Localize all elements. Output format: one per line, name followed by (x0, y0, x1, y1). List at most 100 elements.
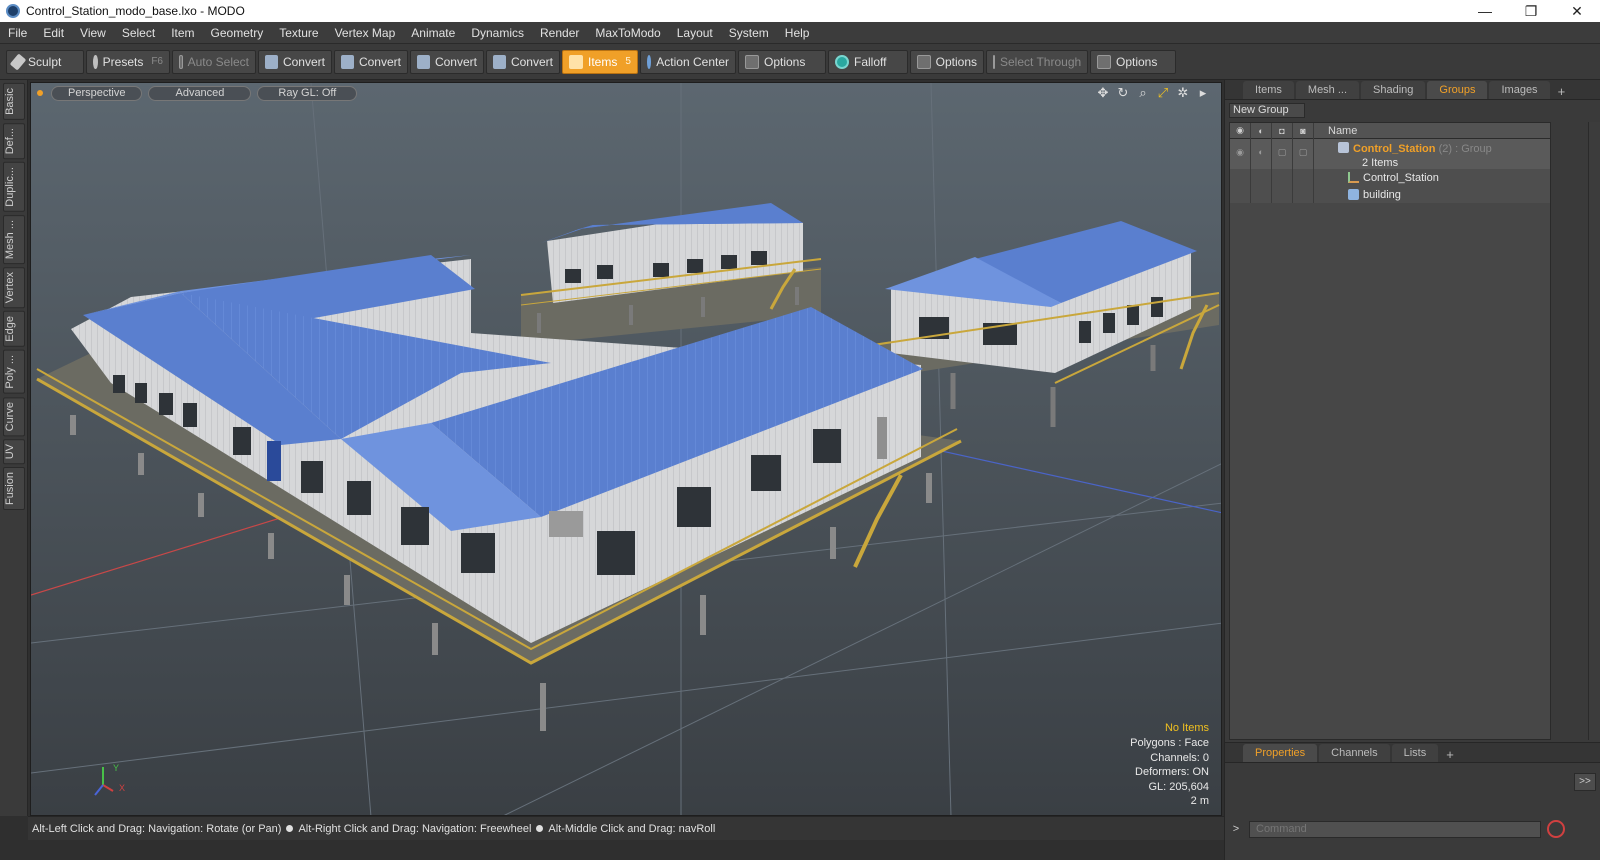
groups-scrollbar[interactable] (1588, 122, 1600, 740)
menu-geometry[interactable]: Geometry (203, 26, 272, 40)
tab-mesh[interactable]: Mesh ... (2, 214, 25, 265)
minimize-button[interactable]: — (1462, 0, 1508, 22)
empty-cell (1251, 186, 1272, 203)
command-history-icon[interactable]: > (1229, 823, 1243, 835)
convert-button-2[interactable]: Convert (334, 49, 408, 74)
action-center-button[interactable]: Action Center (640, 49, 736, 74)
no-items-label: No Items (1164, 722, 1209, 735)
zoom-icon[interactable]: ⌕ (1135, 85, 1151, 101)
tab-edge[interactable]: Edge (2, 311, 25, 347)
convert-icon (417, 54, 430, 69)
items-mode-button[interactable]: Items 5 (562, 49, 638, 74)
raygl-dropdown[interactable]: Ray GL: Off (257, 85, 358, 101)
shading-dropdown[interactable]: Advanced (148, 85, 252, 101)
tab-channels[interactable]: Channels (1319, 744, 1390, 762)
viewport-menu-dot[interactable] (37, 90, 43, 96)
menu-maxtomodo[interactable]: MaxToModo (587, 26, 668, 40)
tab-vertex[interactable]: Vertex (2, 267, 25, 309)
lock-toggle-icon[interactable]: ▢ (1272, 139, 1293, 169)
close-button[interactable]: ✕ (1554, 0, 1600, 22)
presets-button[interactable]: Presets F6 (86, 49, 170, 74)
command-input[interactable] (1249, 820, 1541, 838)
render-toggle-icon[interactable]: ◐ (1251, 139, 1272, 169)
options-label-1: Options (764, 54, 806, 69)
rotate-icon[interactable]: ↻ (1115, 85, 1131, 101)
select-through-button[interactable]: Select Through (986, 49, 1088, 74)
menu-item[interactable]: Item (163, 26, 202, 40)
menu-select[interactable]: Select (114, 26, 163, 40)
group-child-row[interactable]: Control_Station (1230, 169, 1550, 186)
menu-dynamics[interactable]: Dynamics (463, 26, 532, 40)
pan-icon[interactable]: ✥ (1095, 85, 1111, 101)
convert-icon (265, 54, 278, 69)
menu-render[interactable]: Render (532, 26, 587, 40)
status-hint-roll: Alt-Middle Click and Drag: navRoll (548, 822, 716, 835)
options-button-3[interactable]: Options (1090, 49, 1176, 74)
falloff-icon (835, 54, 849, 69)
tab-curve[interactable]: Curve (2, 396, 25, 436)
convert-button-3[interactable]: Convert (410, 49, 484, 74)
menu-system[interactable]: System (721, 26, 777, 40)
groups-list-header: ◉ ◐ ◘ ◙ Name (1230, 122, 1550, 139)
tab-uv[interactable]: UV (2, 438, 25, 465)
gl-count-label: GL: 205,604 (1148, 780, 1209, 793)
tab-poly[interactable]: Poly ... (2, 349, 25, 394)
menu-file[interactable]: File (0, 26, 35, 40)
items-label: Items (588, 54, 618, 69)
fit-icon[interactable]: ⤢ (1155, 85, 1171, 101)
viewport-more-icon[interactable]: ▸ (1195, 85, 1211, 101)
menu-view[interactable]: View (72, 26, 114, 40)
tab-lists[interactable]: Lists (1391, 744, 1439, 762)
main-toolbar: Sculpt Presets F6 Auto Select Convert Co… (0, 44, 1600, 80)
visibility-column-icon[interactable]: ◉ (1230, 122, 1251, 139)
viewport-header: Perspective Advanced Ray GL: Off (31, 83, 1221, 103)
convert-label-4: Convert (510, 54, 553, 69)
select-toggle-icon[interactable]: ▢ (1293, 139, 1314, 169)
tab-shading[interactable]: Shading (1361, 81, 1426, 99)
menu-texture[interactable]: Texture (271, 26, 326, 40)
view-mode-dropdown[interactable]: Perspective (51, 85, 143, 101)
tab-groups[interactable]: Groups (1427, 81, 1488, 99)
tab-mesh[interactable]: Mesh ... (1295, 81, 1360, 99)
select-column-icon[interactable]: ◙ (1293, 122, 1314, 139)
command-stop-icon[interactable] (1547, 820, 1565, 838)
window-title: Control_Station_modo_base.lxo - MODO (26, 4, 245, 18)
tab-images[interactable]: Images (1489, 81, 1550, 99)
menu-vertex-map[interactable]: Vertex Map (327, 26, 404, 40)
sculpt-button[interactable]: Sculpt (6, 49, 84, 74)
tab-basic[interactable]: Basic (2, 83, 25, 120)
tab-fusion[interactable]: Fusion (2, 467, 25, 511)
options-button-2[interactable]: Options (910, 49, 984, 74)
presets-shortcut: F6 (151, 56, 163, 67)
menu-animate[interactable]: Animate (403, 26, 463, 40)
convert-button-4[interactable]: Convert (486, 49, 560, 74)
group-child-row[interactable]: building (1230, 186, 1550, 203)
menu-layout[interactable]: Layout (669, 26, 721, 40)
add-tab-icon[interactable]: + (1446, 747, 1454, 762)
options-button-1[interactable]: Options (738, 49, 826, 74)
viewport-settings-icon[interactable]: ✲ (1175, 85, 1191, 101)
visibility-eye-icon[interactable]: ◉ (1230, 139, 1251, 169)
items-shortcut: 5 (625, 56, 631, 67)
group-row-control-station[interactable]: ◉ ◐ ▢ ▢ Control_Station (2) : Group 2 It… (1230, 139, 1550, 169)
menu-edit[interactable]: Edit (35, 26, 72, 40)
auto-select-button[interactable]: Auto Select (172, 49, 256, 74)
tab-properties[interactable]: Properties (1243, 744, 1318, 762)
lock-column-icon[interactable]: ◘ (1272, 122, 1293, 139)
menu-help[interactable]: Help (777, 26, 818, 40)
expand-panel-button[interactable]: >> (1574, 773, 1596, 791)
add-tab-icon[interactable]: + (1558, 84, 1566, 99)
new-group-button[interactable]: New Group (1229, 103, 1305, 118)
tab-duplicate[interactable]: Duplic... (2, 162, 25, 212)
restore-button[interactable]: ❐ (1508, 0, 1554, 22)
render-column-icon[interactable]: ◐ (1251, 122, 1272, 139)
status-bar: Alt-Left Click and Drag: Navigation: Rot… (28, 816, 1224, 840)
empty-cell (1272, 169, 1293, 186)
3d-viewport[interactable]: Y X Perspective Advanced Ray GL: Off ✥ ↻… (30, 82, 1222, 816)
group-count: (2) (1438, 143, 1453, 155)
convert-label-3: Convert (434, 54, 477, 69)
falloff-button[interactable]: Falloff (828, 49, 908, 74)
tab-deform[interactable]: Def... (2, 122, 25, 160)
convert-button-1[interactable]: Convert (258, 49, 332, 74)
tab-items[interactable]: Items (1243, 81, 1294, 99)
